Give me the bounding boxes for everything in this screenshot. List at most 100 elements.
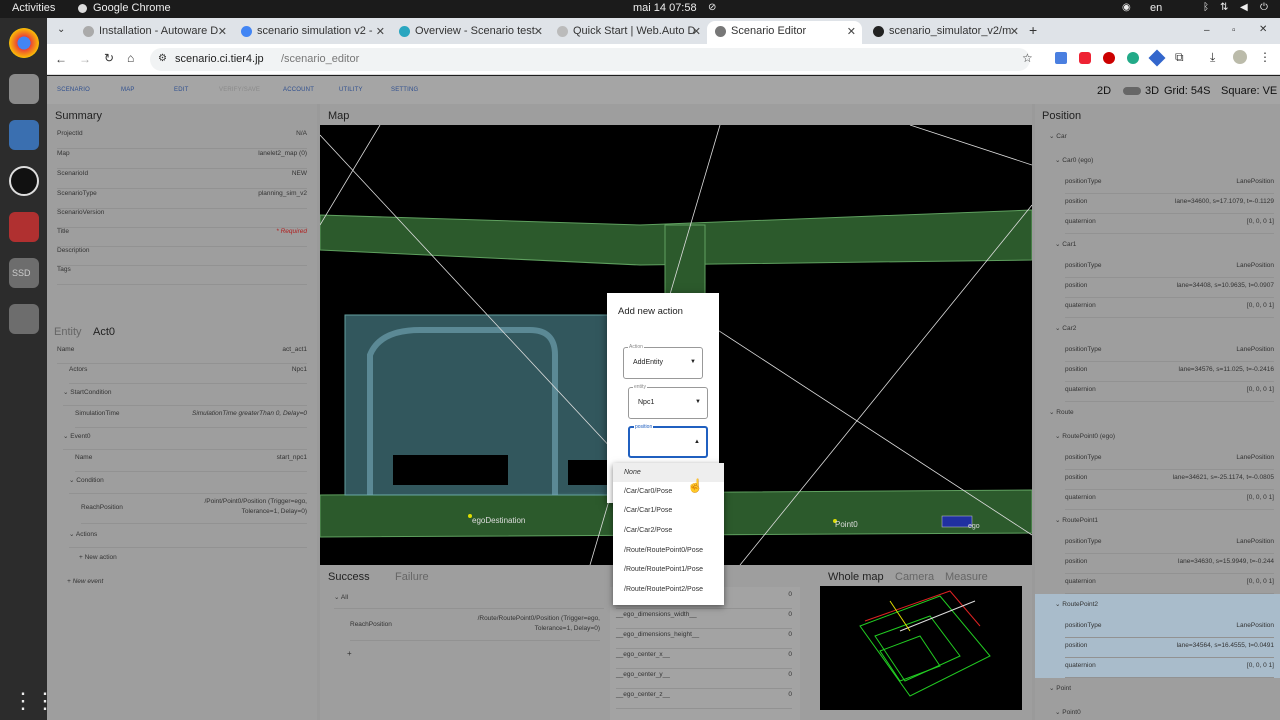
tree-car2[interactable]: ⌄ Car2 xyxy=(1055,324,1274,338)
extension-blue-icon[interactable] xyxy=(1148,49,1166,67)
minimap[interactable] xyxy=(820,586,1022,710)
close-icon[interactable]: ✕ xyxy=(692,25,701,38)
prop-row[interactable]: quaternion [0, 0, 0 1] xyxy=(1065,494,1274,510)
language-indicator[interactable]: en xyxy=(1150,2,1162,14)
notifications-off-icon[interactable]: ⊘ xyxy=(708,2,716,13)
tab-overview[interactable]: Overview - Scenario test ✕ xyxy=(391,21,549,44)
extension-red-icon[interactable] xyxy=(1103,52,1115,64)
prop-row[interactable]: quaternion [0, 0, 0 1] xyxy=(1065,218,1274,234)
bluetooth-icon[interactable]: ᛒ xyxy=(1203,2,1209,13)
trash-icon[interactable] xyxy=(9,304,39,334)
site-info-icon[interactable]: ⚙ xyxy=(158,53,167,64)
tree-route[interactable]: ⌄ Route xyxy=(1049,408,1274,422)
menu-verify-save[interactable]: VERIFY/SAVE xyxy=(219,87,260,93)
entity-select[interactable]: entity Npc1 ▼ xyxy=(628,384,708,419)
chrome-dock-icon[interactable] xyxy=(9,28,39,58)
summary-row[interactable]: ScenarioType planning_sim_v2 xyxy=(57,190,307,209)
close-icon[interactable]: ✕ xyxy=(376,25,385,38)
tab-measure[interactable]: Measure xyxy=(945,571,988,583)
tab-scenario-editor[interactable]: Scenario Editor ✕ xyxy=(707,21,862,44)
option-routepoint0[interactable]: /Route/RoutePoint0/Pose xyxy=(624,547,703,554)
summary-row[interactable]: Title * Required xyxy=(57,228,307,247)
prop-row[interactable]: position lane=34630, s=15.9949, t=-0.244 xyxy=(1065,558,1274,574)
grid-label[interactable]: Grid: 54S xyxy=(1164,85,1210,97)
summary-row[interactable]: ScenarioVersion xyxy=(57,209,307,228)
menu-setting[interactable]: SETTING xyxy=(391,87,418,93)
back-icon[interactable]: ← xyxy=(55,52,67,66)
add-condition-button[interactable]: + xyxy=(347,649,352,658)
prop-row[interactable]: quaternion [0, 0, 0 1] xyxy=(1065,302,1274,318)
prop-row[interactable]: quaternion [0, 0, 0 1] xyxy=(1065,386,1274,402)
tab-quick-start[interactable]: Quick Start | Web.Auto D ✕ xyxy=(549,21,707,44)
new-tab-icon[interactable]: + xyxy=(1029,22,1037,38)
app-name[interactable]: Google Chrome xyxy=(93,2,171,14)
minimize-icon[interactable]: – xyxy=(1204,25,1210,36)
tab-github[interactable]: scenario_simulator_v2/m ✕ xyxy=(865,21,1025,44)
tab-failure[interactable]: Failure xyxy=(395,571,429,583)
tree-point[interactable]: ⌄ Point xyxy=(1049,684,1274,698)
view-toggle[interactable] xyxy=(1123,87,1141,95)
option-car1[interactable]: /Car/Car1/Pose xyxy=(624,507,672,514)
option-car0[interactable]: /Car/Car0/Pose xyxy=(624,488,672,495)
tab-camera[interactable]: Camera xyxy=(895,571,934,583)
close-icon[interactable]: ✕ xyxy=(1010,25,1019,38)
tab-installation[interactable]: Installation - Autoware D ✕ xyxy=(75,21,233,44)
obs-icon[interactable] xyxy=(9,166,39,196)
close-icon[interactable]: ✕ xyxy=(534,25,543,38)
power-icon[interactable]: ⏻ xyxy=(1260,2,1268,13)
all-row[interactable]: ⌄ All xyxy=(334,593,604,609)
reach-position-row[interactable]: ReachPosition/Route/RoutePoint0/Position… xyxy=(350,615,600,641)
new-event-button[interactable]: + New event xyxy=(67,578,307,596)
summary-row[interactable]: Description xyxy=(57,247,307,266)
ssd-drive-icon[interactable]: SSD xyxy=(9,258,39,288)
tab-whole-map[interactable]: Whole map xyxy=(828,571,884,583)
bookmark-star-icon[interactable]: ☆ xyxy=(1022,51,1033,65)
maximize-icon[interactable]: ▫ xyxy=(1232,25,1236,36)
terminal-icon[interactable] xyxy=(9,212,39,242)
tree-routepoint0[interactable]: ⌄ RoutePoint0 (ego) xyxy=(1055,432,1274,446)
download-icon[interactable]: ⤓ xyxy=(1210,50,1215,65)
tab-success[interactable]: Success xyxy=(328,571,370,583)
url-field[interactable]: ⚙ scenario.ci.tier4.jp /scenario_editor xyxy=(150,48,1030,71)
reach-position-row[interactable]: ReachPosition/Point/Point0/Position (Tri… xyxy=(81,498,307,524)
tab-act0[interactable]: Act0 xyxy=(93,326,115,338)
prop-row[interactable]: position lane=34564, s=16.4555, t=0.0491 xyxy=(1065,642,1274,658)
ubuntu-pro-icon[interactable]: ◉ xyxy=(1122,2,1131,13)
tree-routepoint1[interactable]: ⌄ RoutePoint1 xyxy=(1055,516,1274,530)
show-apps-icon[interactable]: ⋮⋮ xyxy=(9,688,56,718)
network-icon[interactable]: ⇅ xyxy=(1220,2,1228,13)
prop-row[interactable]: positionType LanePosition xyxy=(1065,262,1274,278)
prop-row[interactable]: positionType LanePosition xyxy=(1065,622,1274,638)
option-routepoint2[interactable]: /Route/RoutePoint2/Pose xyxy=(624,586,703,593)
view-2d-label[interactable]: 2D xyxy=(1097,85,1111,97)
menu-edit[interactable]: EDIT xyxy=(174,87,188,93)
start-condition-row[interactable]: ⌄ StartCondition xyxy=(63,388,307,406)
home-icon[interactable]: ⌂ xyxy=(127,51,134,65)
close-window-icon[interactable]: ✕ xyxy=(1259,24,1267,35)
menu-account[interactable]: ACCOUNT xyxy=(283,87,314,93)
forward-icon[interactable]: → xyxy=(79,52,91,66)
actions-row[interactable]: ⌄ Actions xyxy=(69,530,307,548)
clock[interactable]: mai 14 07:58 xyxy=(633,2,697,14)
translate-extension-icon[interactable] xyxy=(1055,52,1067,64)
position-select[interactable]: position ▲ xyxy=(628,424,708,458)
new-action-button[interactable]: + New action xyxy=(79,554,307,572)
chrome-menu-icon[interactable]: ⋮ xyxy=(1259,50,1271,64)
prop-row[interactable]: positionType LanePosition xyxy=(1065,454,1274,470)
tree-car0[interactable]: ⌄ Car0 (ego) xyxy=(1055,156,1274,170)
tree-car[interactable]: ⌄ Car xyxy=(1049,132,1274,146)
text-editor-icon[interactable] xyxy=(9,120,39,150)
menu-map[interactable]: MAP xyxy=(121,87,135,93)
prop-row[interactable]: quaternion [0, 0, 0 1] xyxy=(1065,662,1274,678)
prop-row[interactable]: positionType LanePosition xyxy=(1065,346,1274,362)
act-actors-row[interactable]: Actors Npc1 xyxy=(69,366,307,384)
view-3d-label[interactable]: 3D xyxy=(1145,85,1159,97)
tab-scenario-simulation[interactable]: scenario simulation v2 - ✕ xyxy=(233,21,391,44)
tree-routepoint2[interactable]: ⌄ RoutePoint2 xyxy=(1055,600,1274,614)
abp-extension-icon[interactable] xyxy=(1079,52,1091,64)
close-icon[interactable]: ✕ xyxy=(218,25,227,38)
prop-row[interactable]: position lane=34600, s=17.1079, t=-0.1129 xyxy=(1065,198,1274,214)
avatar[interactable] xyxy=(1233,50,1247,64)
option-routepoint1[interactable]: /Route/RoutePoint1/Pose xyxy=(624,566,703,573)
tab-entity[interactable]: Entity xyxy=(54,326,82,338)
